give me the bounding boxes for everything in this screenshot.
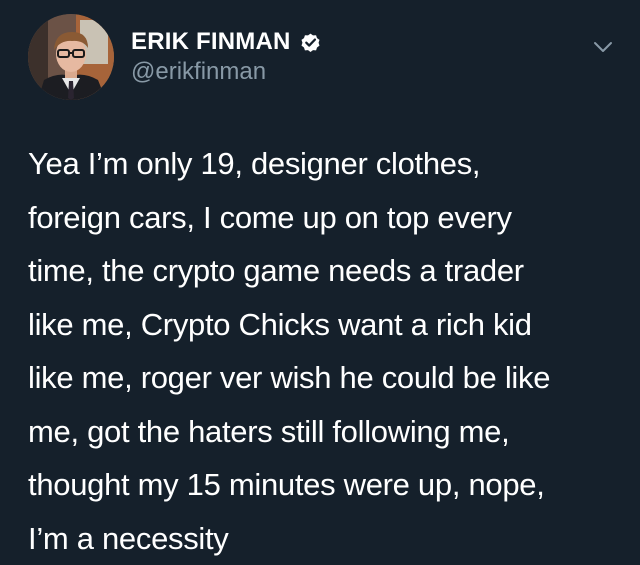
author-handle[interactable]: @erikfinman: [131, 58, 266, 86]
author-display-name[interactable]: ERIK FINMAN: [131, 28, 291, 56]
tweet-text: Yea I’m only 19, designer clothes, forei…: [28, 137, 628, 565]
verified-badge-icon: [299, 31, 322, 54]
tweet-text-line: Yea I’m only 19, designer clothes,: [28, 137, 628, 191]
chevron-down-icon[interactable]: [590, 34, 616, 60]
tweet-text-line: time, the crypto game needs a trader: [28, 244, 628, 298]
tweet-text-line: foreign cars, I come up on top every: [28, 191, 628, 245]
tweet-text-line: like me, Crypto Chicks want a rich kid: [28, 298, 628, 352]
author-name-row: ERIK FINMAN: [131, 28, 322, 56]
tweet-card: ERIK FINMAN @erikfinman Yea I’m only 19,…: [0, 0, 640, 564]
tweet-text-line: me, got the haters still following me,: [28, 405, 628, 459]
tweet-text-line: like me, roger ver wish he could be like: [28, 351, 628, 405]
avatar[interactable]: [28, 14, 114, 100]
tweet-text-line: thought my 15 minutes were up, nope,: [28, 458, 628, 512]
tweet-text-line: I’m a necessity: [28, 512, 628, 565]
